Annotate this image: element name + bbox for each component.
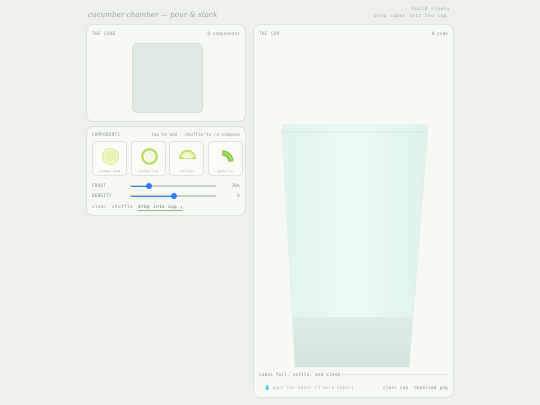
component-tiles: cucumber round cucumber ring half moon q… <box>92 141 243 176</box>
cube-panel: THE CUBE 0 components <box>86 24 246 122</box>
pour-water-button: 💧 pour the water (3 more cubes) <box>264 385 354 391</box>
frost-slider-handle[interactable] <box>145 183 152 190</box>
components-panel: COMPONENTS tap to add · shuffle to re-co… <box>86 126 246 216</box>
component-label: half moon <box>179 170 194 173</box>
solid-disc-icon <box>101 147 120 166</box>
quarter-arc-icon <box>222 150 234 162</box>
component-tile-half-moon[interactable]: half moon <box>169 141 205 176</box>
density-slider-handle[interactable] <box>170 193 177 200</box>
component-tile-cucumber-ring[interactable]: cucumber ring <box>130 141 166 176</box>
cup-actions: clear cup download png <box>383 385 448 390</box>
density-slider-row: DENSITY 6 <box>92 192 240 200</box>
component-label: cucumber ring <box>138 170 158 173</box>
component-tile-cucumber-round[interactable]: cucumber round <box>92 141 127 176</box>
density-value: 6 <box>237 193 240 198</box>
cube-panel-title: THE CUBE <box>92 31 117 36</box>
component-tile-quarter-arc[interactable]: quarter arc <box>207 141 243 176</box>
components-hint: tap to add · shuffle to re-compose <box>151 132 240 137</box>
half-moon-icon <box>179 150 197 160</box>
component-label: quarter arc <box>217 170 234 173</box>
tagline: build slowly drop cubes into the cup. <box>374 7 450 20</box>
clear-button[interactable]: clear <box>92 204 107 211</box>
drop-into-cup-button[interactable]: drop into cup ↓ <box>138 204 184 211</box>
density-label: DENSITY <box>92 193 112 198</box>
cup-base <box>293 317 413 367</box>
download-png-button[interactable]: download png <box>414 385 448 390</box>
cup-status-text: cubes fall, settle, and sleep <box>259 372 341 377</box>
cup-illustration <box>281 124 429 368</box>
component-actions: clear shuffle drop into cup ↓ <box>92 204 184 211</box>
ring-icon <box>140 148 158 165</box>
pour-water-label: pour the water (3 more cubes) <box>272 385 355 390</box>
components-title: COMPONENTS <box>92 132 121 137</box>
cup-panel: THE CUP 0 cube cubes fall, settle, and s… <box>253 24 454 398</box>
water-drop-icon: 💧 <box>264 385 271 391</box>
status-divider <box>337 374 449 375</box>
cube-component-count: 0 components <box>207 31 240 36</box>
cube-panel-header: THE CUBE 0 components <box>92 31 240 36</box>
frost-slider-row: FROST 30% <box>92 182 240 190</box>
app-brand: cucumber chamber — pour & stack <box>88 11 218 19</box>
frost-value: 30% <box>231 183 240 188</box>
tagline-line-2: drop cubes into the cup. <box>374 13 450 19</box>
frost-slider[interactable] <box>130 183 216 190</box>
cube-preview[interactable] <box>132 43 203 113</box>
frost-label: FROST <box>92 183 107 188</box>
clear-cup-button[interactable]: clear cup <box>383 385 408 390</box>
shuffle-button[interactable]: shuffle <box>112 204 133 211</box>
density-slider[interactable] <box>130 193 216 200</box>
density-slider-fill <box>131 195 174 196</box>
component-label: cucumber round <box>98 170 121 173</box>
components-header: COMPONENTS tap to add · shuffle to re-co… <box>92 132 240 137</box>
